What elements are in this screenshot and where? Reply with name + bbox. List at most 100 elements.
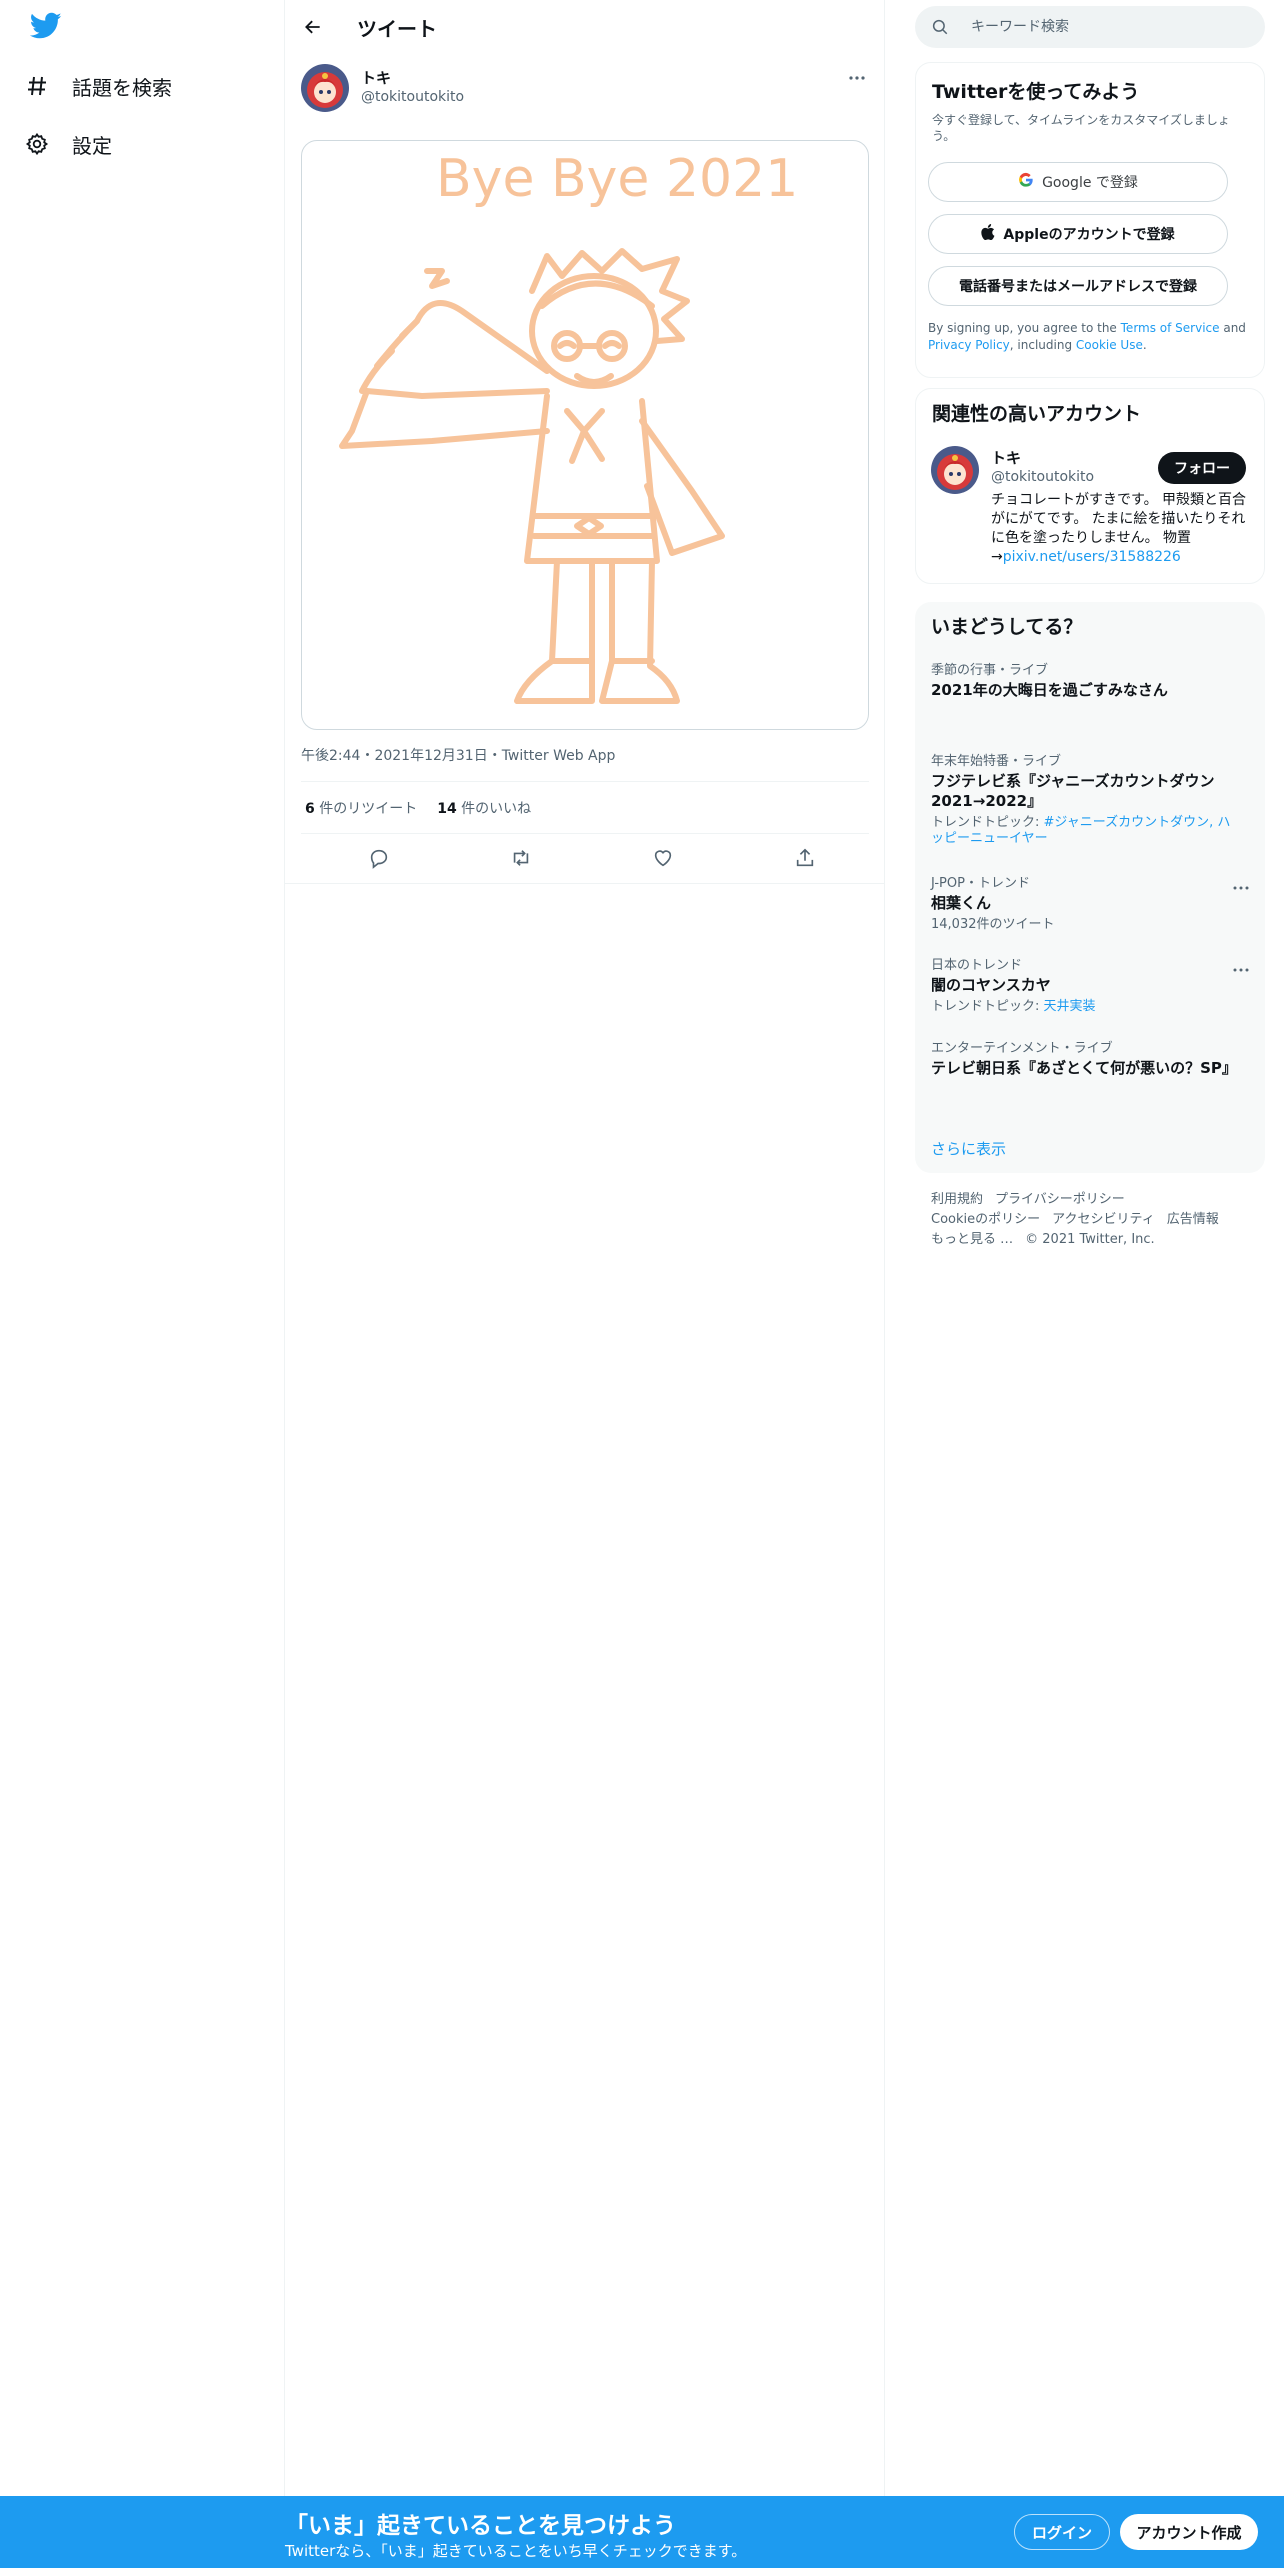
trend-topics-link[interactable]: 天井実装 xyxy=(1044,999,1096,1014)
like-label: 件のいいね xyxy=(461,801,532,817)
nav-item-explore[interactable]: 話題を検索 xyxy=(24,62,172,110)
page-title: ツイート xyxy=(357,17,437,41)
google-icon xyxy=(1018,172,1034,192)
like-stat[interactable]: 14 件のいいね xyxy=(437,798,531,818)
like-icon[interactable] xyxy=(647,842,679,874)
terms-prefix: By signing up, you agree to the xyxy=(928,321,1121,335)
reply-icon[interactable] xyxy=(363,842,395,874)
trend-name: 相葉くん xyxy=(931,894,992,912)
phone-email-signup-label: 電話番号またはメールアドレスで登録 xyxy=(959,279,1197,295)
author-name[interactable]: トキ xyxy=(361,67,391,88)
divider xyxy=(301,781,869,782)
trend-item[interactable]: エンターテインメント・ライブ テレビ朝日系『あざとくて何が悪いの？SP』 xyxy=(931,1040,1237,1078)
create-account-button[interactable]: アカウント作成 xyxy=(1120,2514,1258,2550)
like-count: 14 xyxy=(437,801,457,817)
apple-signup-label: Appleのアカウントで登録 xyxy=(1003,227,1175,243)
signup-subtitle: 今すぐ登録して、タイムラインをカスタマイズしましょう。 xyxy=(932,113,1230,143)
apple-icon xyxy=(981,224,995,244)
follow-button[interactable]: フォロー xyxy=(1158,452,1246,484)
trend-name: 闇のコヤンスカヤ xyxy=(931,976,1051,994)
bio-link[interactable]: pixiv.net/users/31588226 xyxy=(1003,549,1181,565)
author-handle[interactable]: @tokitoutokito xyxy=(361,89,464,105)
footer-link-privacy[interactable]: プライバシーポリシー xyxy=(995,1192,1125,1207)
more-options-icon[interactable] xyxy=(1229,960,1253,980)
retweet-stat[interactable]: 6 件のリツイート xyxy=(305,798,417,818)
search-bar[interactable] xyxy=(915,6,1265,48)
related-title: 関連性の高いアカウント xyxy=(932,403,1142,425)
trend-meta: 季節の行事・ライブ xyxy=(931,663,1049,678)
bottom-bar-title: 「いま」起きていることを見つけよう xyxy=(285,2513,676,2539)
terms-period: . xyxy=(1142,338,1147,352)
trend-item[interactable]: 季節の行事・ライブ 2021年の大晦日を過ごすみなさん xyxy=(931,662,1231,700)
twitter-logo-icon[interactable] xyxy=(29,12,66,44)
related-account-handle[interactable]: @tokitoutokito xyxy=(991,469,1094,485)
more-options-icon[interactable] xyxy=(845,66,869,90)
trend-item[interactable]: J-POP・トレンド 相葉くん 14,032件のツイート xyxy=(931,875,1231,933)
footer-link-ads[interactable]: 広告情報 xyxy=(1167,1212,1219,1227)
avatar[interactable] xyxy=(931,446,979,494)
avatar[interactable] xyxy=(301,64,349,112)
trend-name: フジテレビ系『ジャニーズカウントダウン2021→2022』 xyxy=(931,772,1215,810)
trends-title: いまどうしてる？ xyxy=(931,616,1083,638)
divider xyxy=(285,883,885,884)
google-signup-button[interactable]: Google で登録 xyxy=(928,162,1228,202)
left-navigation: 話題を検索 設定 xyxy=(0,0,285,2568)
main-column: ツイート トキ @tokitoutokito Bye Bye 2021 午後2:… xyxy=(285,0,885,2568)
tweet-author: トキ @tokitoutokito xyxy=(301,62,869,116)
hashtag-icon xyxy=(24,73,50,99)
trend-meta: エンターテインメント・ライブ xyxy=(931,1041,1113,1056)
tweet-image[interactable]: Bye Bye 2021 xyxy=(301,140,869,730)
nav-item-label: 設定 xyxy=(72,133,112,158)
footer-link-accessibility[interactable]: アクセシビリティ xyxy=(1052,1212,1155,1227)
search-icon xyxy=(931,18,949,40)
trend-topics-label: トレンドトピック: xyxy=(931,999,1044,1014)
tweet-actions xyxy=(301,842,869,874)
nav-item-label: 話題を検索 xyxy=(72,75,172,100)
footer-link-terms[interactable]: 利用規約 xyxy=(931,1192,983,1207)
retweet-icon[interactable] xyxy=(505,842,537,874)
trend-meta: 年末年始特番・ライブ xyxy=(931,754,1062,769)
search-input[interactable] xyxy=(971,16,1241,38)
back-arrow-icon[interactable] xyxy=(299,13,327,41)
google-signup-label: Google で登録 xyxy=(1042,175,1138,191)
tweet-timestamp[interactable]: 午後2:44・2021年12月31日・Twitter Web App xyxy=(301,745,615,765)
terms-of-service-link[interactable]: Terms of Service xyxy=(1121,321,1220,335)
trend-name: 2021年の大晦日を過ごすみなさん xyxy=(931,681,1168,699)
show-more-link[interactable]: さらに表示 xyxy=(931,1138,1006,1159)
more-options-icon[interactable] xyxy=(1229,878,1253,898)
retweet-label: 件のリツイート xyxy=(319,801,418,817)
image-caption: Bye Bye 2021 xyxy=(436,149,798,209)
signup-title: Twitterを使ってみよう xyxy=(932,81,1140,103)
signup-card: Twitterを使ってみよう 今すぐ登録して、タイムラインをカスタマイズしましょ… xyxy=(915,62,1265,378)
page-header: ツイート xyxy=(285,0,885,53)
nav-item-settings[interactable]: 設定 xyxy=(24,120,112,168)
divider xyxy=(301,833,869,834)
gear-icon xyxy=(24,131,50,157)
terms-text: By signing up, you agree to the Terms of… xyxy=(928,320,1258,354)
privacy-policy-link[interactable]: Privacy Policy xyxy=(928,338,1010,352)
terms-including: , including xyxy=(1009,338,1076,352)
trend-meta: 日本のトレンド xyxy=(931,958,1023,973)
trends-panel: いまどうしてる？ 季節の行事・ライブ 2021年の大晦日を過ごすみなさん 年末年… xyxy=(915,602,1265,1173)
trend-meta: J-POP・トレンド xyxy=(931,876,1030,891)
trend-topics: トレンドトピック: 天井実装 xyxy=(931,999,1231,1015)
bottom-signup-bar: 「いま」起きていることを見つけよう Twitterなら、「いま」起きていることを… xyxy=(0,2496,1284,2568)
trend-item[interactable]: 年末年始特番・ライブ フジテレビ系『ジャニーズカウントダウン2021→2022』… xyxy=(931,753,1231,847)
trend-topics-label: トレンドトピック: xyxy=(931,815,1044,830)
retweet-count: 6 xyxy=(305,801,315,817)
share-icon[interactable] xyxy=(789,842,821,874)
related-account-name[interactable]: トキ xyxy=(991,447,1021,468)
footer-link-more[interactable]: もっと見る … xyxy=(931,1232,1013,1247)
apple-signup-button[interactable]: Appleのアカウントで登録 xyxy=(928,214,1228,254)
trend-name: テレビ朝日系『あざとくて何が悪いの？SP』 xyxy=(931,1059,1237,1077)
footer-link-cookie[interactable]: Cookieのポリシー xyxy=(931,1212,1040,1227)
login-button[interactable]: ログイン xyxy=(1014,2514,1110,2550)
bottom-bar-subtitle: Twitterなら、「いま」起きていることをいち早くチェックできます。 xyxy=(285,2542,747,2560)
trend-tweet-count: 14,032件のツイート xyxy=(931,917,1055,932)
phone-email-signup-button[interactable]: 電話番号またはメールアドレスで登録 xyxy=(928,266,1228,306)
trend-topics: トレンドトピック: #ジャニーズカウントダウン, ハッピーニューイヤー xyxy=(931,815,1231,847)
cookie-use-link[interactable]: Cookie Use xyxy=(1076,338,1143,352)
trend-item[interactable]: 日本のトレンド 闇のコヤンスカヤ トレンドトピック: 天井実装 xyxy=(931,957,1231,1015)
tweet-stats: 6 件のリツイート 14 件のいいね xyxy=(305,798,531,818)
related-account-bio: チョコレートがすきです。 甲殻類と百合がにがてです。 たまに絵を描いたりそれに色… xyxy=(991,491,1253,567)
